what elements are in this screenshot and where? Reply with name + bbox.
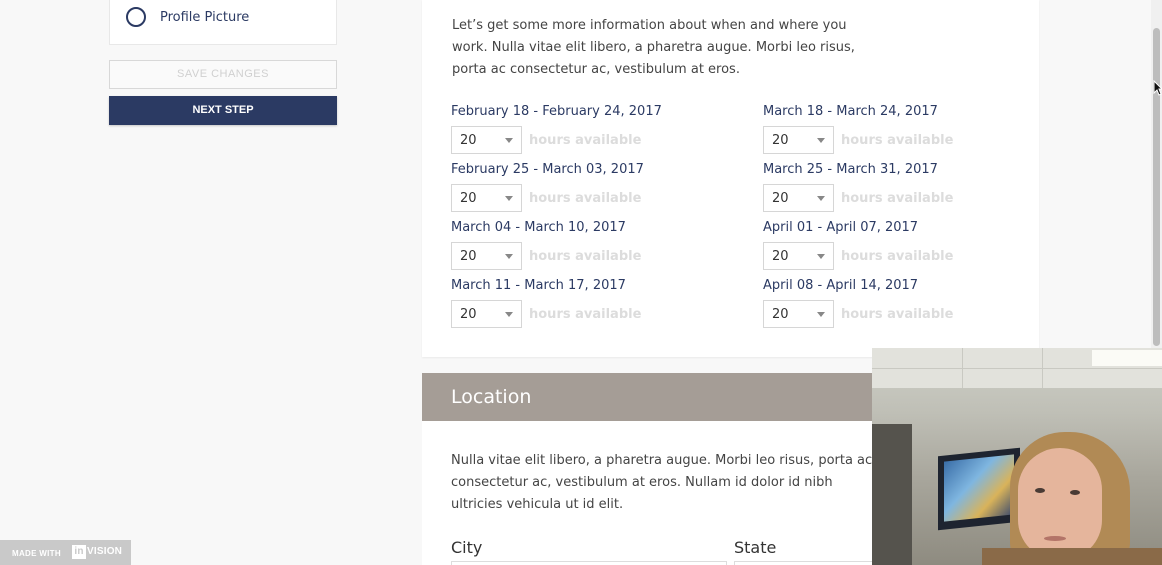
hours-available-label: hours available (841, 249, 954, 264)
hours-available-label: hours available (841, 307, 954, 322)
availability-intro: Let’s get some more information about wh… (452, 18, 855, 77)
week-label: April 08 - April 14, 2017 (763, 278, 919, 293)
hours-select[interactable]: 20 (763, 242, 834, 270)
hours-select[interactable]: 20 (451, 126, 522, 154)
ceiling-tile-line (1042, 348, 1043, 388)
wall-shadow (872, 424, 912, 565)
location-description: Nulla vitae elit libero, a pharetra augu… (451, 453, 873, 512)
week-label: February 18 - February 24, 2017 (451, 104, 662, 119)
location-title: Location (451, 386, 532, 408)
hours-available-label: hours available (529, 133, 642, 148)
week-label: March 18 - March 24, 2017 (763, 104, 938, 119)
chevron-down-icon (505, 312, 513, 317)
mouse-cursor-icon (1153, 80, 1162, 96)
chevron-down-icon (817, 312, 825, 317)
person-face (1018, 448, 1102, 560)
hours-value: 20 (772, 249, 789, 264)
hours-value: 20 (460, 307, 477, 322)
radio-icon[interactable] (126, 7, 146, 27)
chevron-down-icon (817, 138, 825, 143)
hours-value: 20 (772, 307, 789, 322)
hours-available-label: hours available (529, 307, 642, 322)
ceiling-tile-line (872, 368, 1162, 369)
hours-select[interactable]: 20 (763, 300, 834, 328)
hours-value: 20 (772, 191, 789, 206)
week-label: March 11 - March 17, 2017 (451, 278, 626, 293)
city-input[interactable] (451, 561, 727, 565)
chevron-down-icon (505, 138, 513, 143)
wall-tv (938, 447, 1020, 531)
hours-available-label: hours available (841, 191, 954, 206)
person-shirt (982, 548, 1162, 565)
hours-value: 20 (460, 133, 477, 148)
week-label: February 25 - March 03, 2017 (451, 162, 644, 177)
profile-picture-label: Profile Picture (160, 10, 250, 25)
state-label: State (734, 538, 777, 557)
person-eye (1070, 490, 1080, 495)
hours-value: 20 (772, 133, 789, 148)
state-select[interactable] (734, 561, 884, 565)
chevron-down-icon (817, 196, 825, 201)
scrollbar-thumb[interactable] (1153, 28, 1160, 346)
save-changes-button[interactable]: SAVE CHANGES (109, 60, 337, 89)
hours-available-label: hours available (529, 249, 642, 264)
week-label: March 25 - March 31, 2017 (763, 162, 938, 177)
chevron-down-icon (505, 196, 513, 201)
hours-select[interactable]: 20 (763, 126, 834, 154)
chevron-down-icon (505, 254, 513, 259)
made-with-invision-badge[interactable]: MADE WITH in VISION (0, 540, 131, 565)
hours-select[interactable]: 20 (451, 300, 522, 328)
hours-select[interactable]: 20 (763, 184, 834, 212)
made-with-label: MADE WITH (12, 549, 61, 558)
chevron-down-icon (817, 254, 825, 259)
person-eye (1035, 488, 1045, 493)
hours-select[interactable]: 20 (451, 184, 522, 212)
availability-card: Let’s get some more information about wh… (422, 0, 1039, 357)
webcam-overlay (872, 348, 1162, 565)
hours-value: 20 (460, 191, 477, 206)
hours-value: 20 (460, 249, 477, 264)
ceiling-light (1092, 350, 1162, 366)
city-label: City (451, 538, 483, 557)
person-mouth (1044, 536, 1066, 541)
hours-select[interactable]: 20 (451, 242, 522, 270)
profile-picture-step[interactable]: Profile Picture (109, 0, 337, 45)
hours-available-label: hours available (841, 133, 954, 148)
week-label: March 04 - March 10, 2017 (451, 220, 626, 235)
invision-logo: in VISION (72, 545, 122, 559)
hours-available-label: hours available (529, 191, 642, 206)
next-step-button[interactable]: NEXT STEP (109, 96, 337, 125)
week-label: April 01 - April 07, 2017 (763, 220, 919, 235)
ceiling-tile-line (962, 348, 963, 388)
tv-screen (944, 454, 1014, 522)
